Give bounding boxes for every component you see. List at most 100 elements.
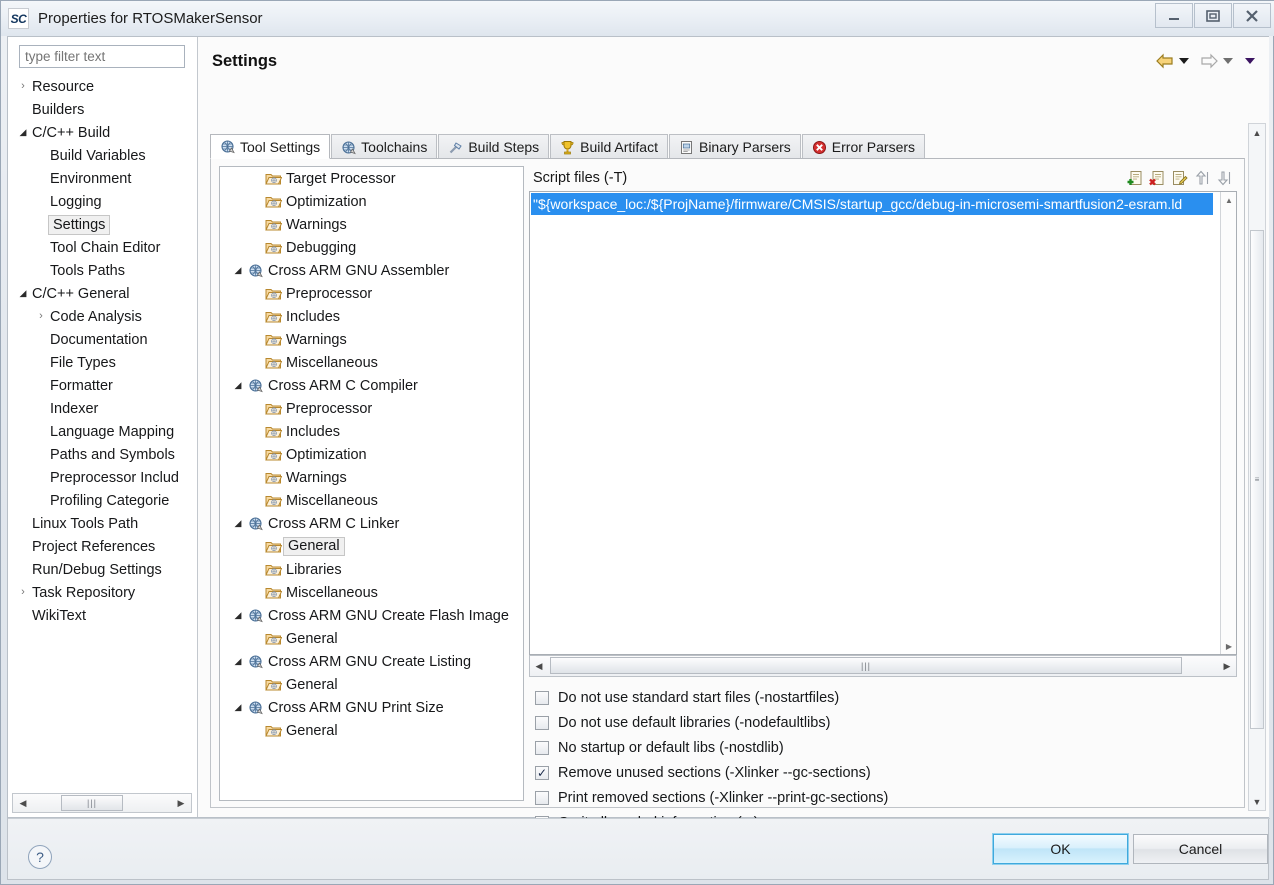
sidebar-item-environment[interactable]: Environment [8,167,198,190]
sidebar-item-file-types[interactable]: File Types [8,351,198,374]
move-up-icon[interactable] [1192,169,1211,188]
add-icon[interactable] [1126,169,1145,188]
script-files-hscrollbar[interactable]: ◀ ||| ▶ [529,655,1237,677]
sidebar-item-code-analysis[interactable]: ›Code Analysis [8,305,198,328]
scroll-up-arrow-icon[interactable]: ▲ [1221,192,1237,208]
checkbox[interactable] [535,741,549,755]
linker-option-row[interactable]: Print removed sections (-Xlinker --print… [529,785,1237,810]
sidebar-item-c-c-general[interactable]: ◢C/C++ General [8,282,198,305]
tool-tree-item[interactable]: General [220,535,523,558]
sidebar-item-build-variables[interactable]: Build Variables [8,144,198,167]
sidebar-item-c-c-build[interactable]: ◢C/C++ Build [8,121,198,144]
script-scroll-right-arrow-icon[interactable]: ▶ [1218,661,1236,672]
sidebar-item-indexer[interactable]: Indexer [8,397,198,420]
tool-tree-item[interactable]: Miscellaneous [220,489,523,512]
tool-tree-item[interactable]: ◢Cross ARM GNU Print Size [220,696,523,719]
expand-arrow-down-icon[interactable]: ◢ [230,702,246,713]
minimize-button[interactable] [1155,3,1193,28]
script-files-list[interactable]: "${workspace_loc:/${ProjName}/firmware/C… [529,191,1237,655]
expand-arrow-down-icon[interactable]: ◢ [230,380,246,391]
question-mark-icon[interactable]: ? [28,845,52,869]
sidebar-item-logging[interactable]: Logging [8,190,198,213]
forward-arrow-icon[interactable] [1199,53,1219,69]
tool-tree-item[interactable]: ◢Cross ARM GNU Create Flash Image [220,604,523,627]
tab-build-artifact[interactable]: Build Artifact [550,134,668,159]
scroll-right-arrow-icon[interactable]: ▶ [171,798,191,809]
tool-options-tree[interactable]: Target ProcessorOptimizationWarningsDebu… [219,166,524,801]
tool-tree-item[interactable]: Warnings [220,328,523,351]
sidebar-item-settings[interactable]: Settings [8,213,198,236]
script-files-vscrollbar[interactable]: ▲ ▶ [1220,192,1236,654]
script-scroll-track[interactable]: ||| [548,656,1218,676]
back-history-chevron-down-icon[interactable] [1179,58,1189,64]
sidebar-item-tools-paths[interactable]: Tools Paths [8,259,198,282]
back-arrow-icon[interactable] [1155,53,1175,69]
tool-tree-item[interactable]: Preprocessor [220,397,523,420]
scroll-down-arrow-icon[interactable]: ▶ [1221,638,1237,654]
linker-option-row[interactable]: Do not use default libraries (-nodefault… [529,710,1237,735]
tool-tree-item[interactable]: Miscellaneous [220,351,523,374]
tool-tree-item[interactable]: Miscellaneous [220,581,523,604]
tool-tree-item[interactable]: Warnings [220,213,523,236]
linker-option-row[interactable]: No startup or default libs (-nostdlib) [529,735,1237,760]
left-tree-scroll-track[interactable]: ||| [33,794,171,812]
tool-tree-item[interactable]: Optimization [220,190,523,213]
linker-option-row[interactable]: Do not use standard start files (-nostar… [529,685,1237,710]
tool-tree-item[interactable]: General [220,627,523,650]
sidebar-item-run-debug-settings[interactable]: Run/Debug Settings [8,558,198,581]
sidebar-item-paths-and-symbols[interactable]: Paths and Symbols [8,443,198,466]
sidebar-item-task-repository[interactable]: ›Task Repository [8,581,198,604]
ok-button[interactable]: OK [993,834,1128,864]
tool-tree-item[interactable]: Includes [220,305,523,328]
expand-arrow-down-icon[interactable]: ◢ [230,610,246,621]
checkbox[interactable] [535,691,549,705]
tool-tree-item[interactable]: ◢Cross ARM C Compiler [220,374,523,397]
tool-tree-item[interactable]: Optimization [220,443,523,466]
tool-tree-item[interactable]: Libraries [220,558,523,581]
expand-arrow-down-icon[interactable]: ◢ [230,656,246,667]
expand-arrow-right-icon[interactable]: › [34,311,48,322]
edit-icon[interactable] [1170,169,1189,188]
checkbox[interactable] [535,766,549,780]
expand-arrow-right-icon[interactable]: › [16,81,30,92]
sidebar-item-profiling-categorie[interactable]: Profiling Categorie [8,489,198,512]
filter-input[interactable] [19,45,185,68]
view-menu-chevron-down-icon[interactable] [1245,58,1255,64]
checkbox[interactable] [535,716,549,730]
panel-scroll-thumb[interactable]: ≡ [1250,230,1264,729]
tool-tree-item[interactable]: Target Processor [220,167,523,190]
sidebar-item-linux-tools-path[interactable]: Linux Tools Path [8,512,198,535]
properties-tree[interactable]: ›ResourceBuilders◢C/C++ BuildBuild Varia… [8,75,198,787]
script-scroll-thumb[interactable]: ||| [550,657,1182,674]
script-file-entry[interactable]: "${workspace_loc:/${ProjName}/firmware/C… [531,193,1213,215]
move-down-icon[interactable] [1214,169,1233,188]
panel-scroll-up-arrow-icon[interactable]: ▲ [1249,124,1265,141]
settings-panel-vscrollbar[interactable]: ▲ ≡ ▼ [1248,123,1266,811]
tool-tree-item[interactable]: ◢Cross ARM GNU Create Listing [220,650,523,673]
sidebar-item-formatter[interactable]: Formatter [8,374,198,397]
sidebar-item-builders[interactable]: Builders [8,98,198,121]
tab-build-steps[interactable]: Build Steps [438,134,549,159]
delete-icon[interactable] [1148,169,1167,188]
expand-arrow-down-icon[interactable]: ◢ [16,128,30,137]
cancel-button[interactable]: Cancel [1133,834,1268,864]
tool-tree-item[interactable]: Includes [220,420,523,443]
panel-scroll-down-arrow-icon[interactable]: ▼ [1249,793,1265,810]
sidebar-item-preprocessor-includ[interactable]: Preprocessor Includ [8,466,198,489]
tab-toolchains[interactable]: Toolchains [331,134,437,159]
sidebar-item-project-references[interactable]: Project References [8,535,198,558]
tool-tree-item[interactable]: ◢Cross ARM GNU Assembler [220,259,523,282]
tab-binary-parsers[interactable]: Binary Parsers [669,134,801,159]
checkbox[interactable] [535,791,549,805]
linker-option-row[interactable]: Remove unused sections (-Xlinker --gc-se… [529,760,1237,785]
sidebar-item-language-mapping[interactable]: Language Mapping [8,420,198,443]
sidebar-item-wikitext[interactable]: WikiText [8,604,198,627]
script-scroll-left-arrow-icon[interactable]: ◀ [530,661,548,672]
sidebar-item-tool-chain-editor[interactable]: Tool Chain Editor [8,236,198,259]
forward-history-chevron-down-icon[interactable] [1223,58,1233,64]
tool-tree-item[interactable]: Warnings [220,466,523,489]
tab-error-parsers[interactable]: Error Parsers [802,134,925,159]
close-button[interactable] [1233,3,1271,28]
expand-arrow-down-icon[interactable]: ◢ [16,289,30,298]
tool-tree-item[interactable]: General [220,719,523,742]
